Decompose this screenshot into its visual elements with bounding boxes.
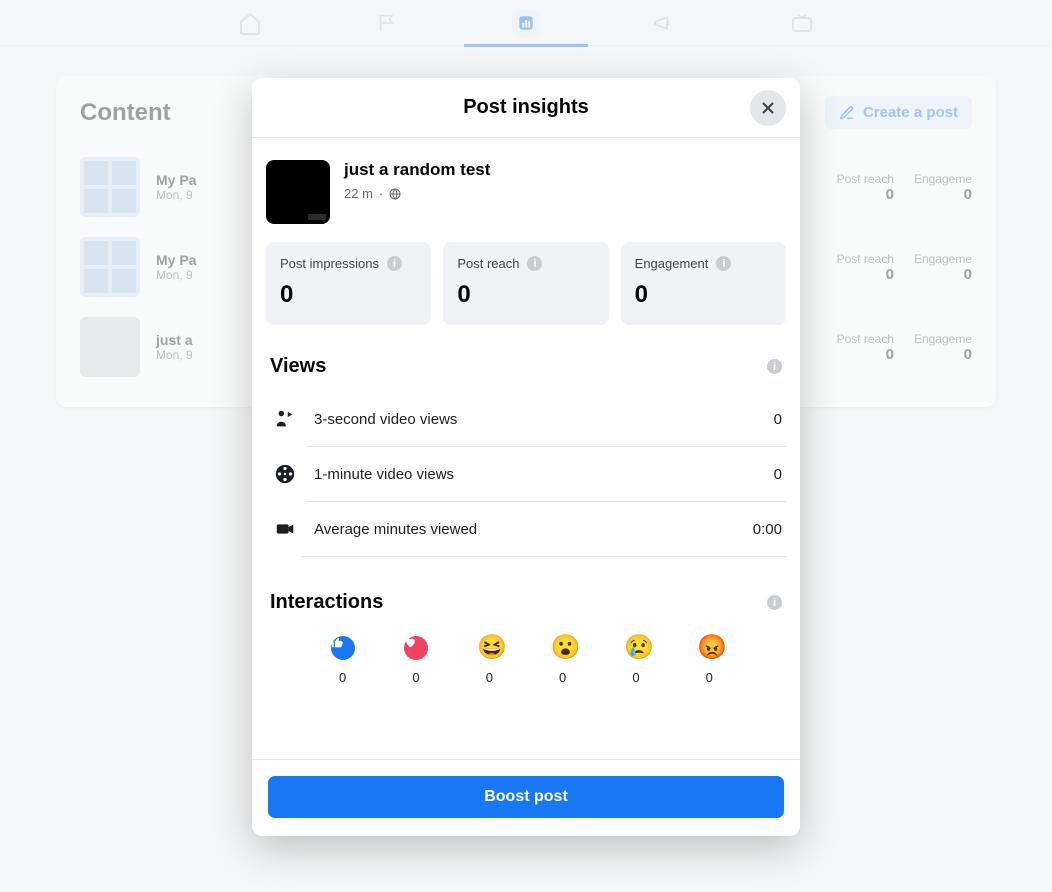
close-icon — [758, 98, 778, 118]
modal-title: Post insights — [463, 96, 589, 119]
love-icon — [404, 636, 428, 660]
view-row-avg: Average minutes viewed 0:00 — [306, 501, 786, 556]
reaction-like: 0 — [331, 636, 355, 685]
info-icon[interactable]: i — [527, 256, 542, 271]
modal-header: Post insights — [252, 78, 800, 138]
view-row-1min: 1-minute video views 0 — [306, 446, 786, 501]
like-icon — [331, 636, 355, 660]
reaction-love: 0 — [404, 636, 428, 685]
interactions-title: Interactions — [270, 591, 383, 614]
wow-icon: 😮 — [551, 636, 575, 660]
post-header: just a random test 22 m · — [266, 160, 786, 224]
stat-engagement: Engagementi 0 — [621, 242, 786, 325]
views-title: Views — [270, 355, 326, 378]
info-icon[interactable]: i — [767, 595, 782, 610]
person-play-icon — [274, 408, 298, 430]
stat-reach: Post reachi 0 — [443, 242, 608, 325]
info-icon[interactable]: i — [716, 256, 731, 271]
film-reel-icon — [274, 463, 298, 485]
sad-icon: 😢 — [624, 636, 648, 660]
reaction-sad: 😢 0 — [624, 636, 648, 685]
globe-icon — [389, 188, 401, 200]
reaction-haha: 😆 0 — [477, 636, 501, 685]
angry-icon: 😡 — [697, 636, 721, 660]
view-row-3sec: 3-second video views 0 — [270, 392, 786, 446]
close-button[interactable] — [750, 90, 786, 126]
post-meta: 22 m · — [344, 186, 490, 201]
haha-icon: 😆 — [477, 636, 501, 660]
reactions-row: 0 0 😆 0 😮 0 😢 0 😡 0 — [266, 628, 786, 695]
reaction-wow: 😮 0 — [551, 636, 575, 685]
camera-icon — [274, 518, 298, 540]
info-icon[interactable]: i — [387, 256, 402, 271]
post-video-thumbnail — [266, 160, 330, 224]
modal-body[interactable]: just a random test 22 m · Post impressio… — [252, 138, 800, 759]
stat-cards: Post impressionsi 0 Post reachi 0 Engage… — [266, 242, 786, 325]
stat-impressions: Post impressionsi 0 — [266, 242, 431, 325]
reaction-angry: 😡 0 — [697, 636, 721, 685]
post-title: just a random test — [344, 160, 490, 180]
post-insights-modal: Post insights just a random test 22 m · … — [252, 78, 800, 836]
post-time: 22 m — [344, 186, 373, 201]
boost-post-button[interactable]: Boost post — [268, 776, 784, 818]
modal-footer: Boost post — [252, 759, 800, 836]
info-icon[interactable]: i — [767, 359, 782, 374]
